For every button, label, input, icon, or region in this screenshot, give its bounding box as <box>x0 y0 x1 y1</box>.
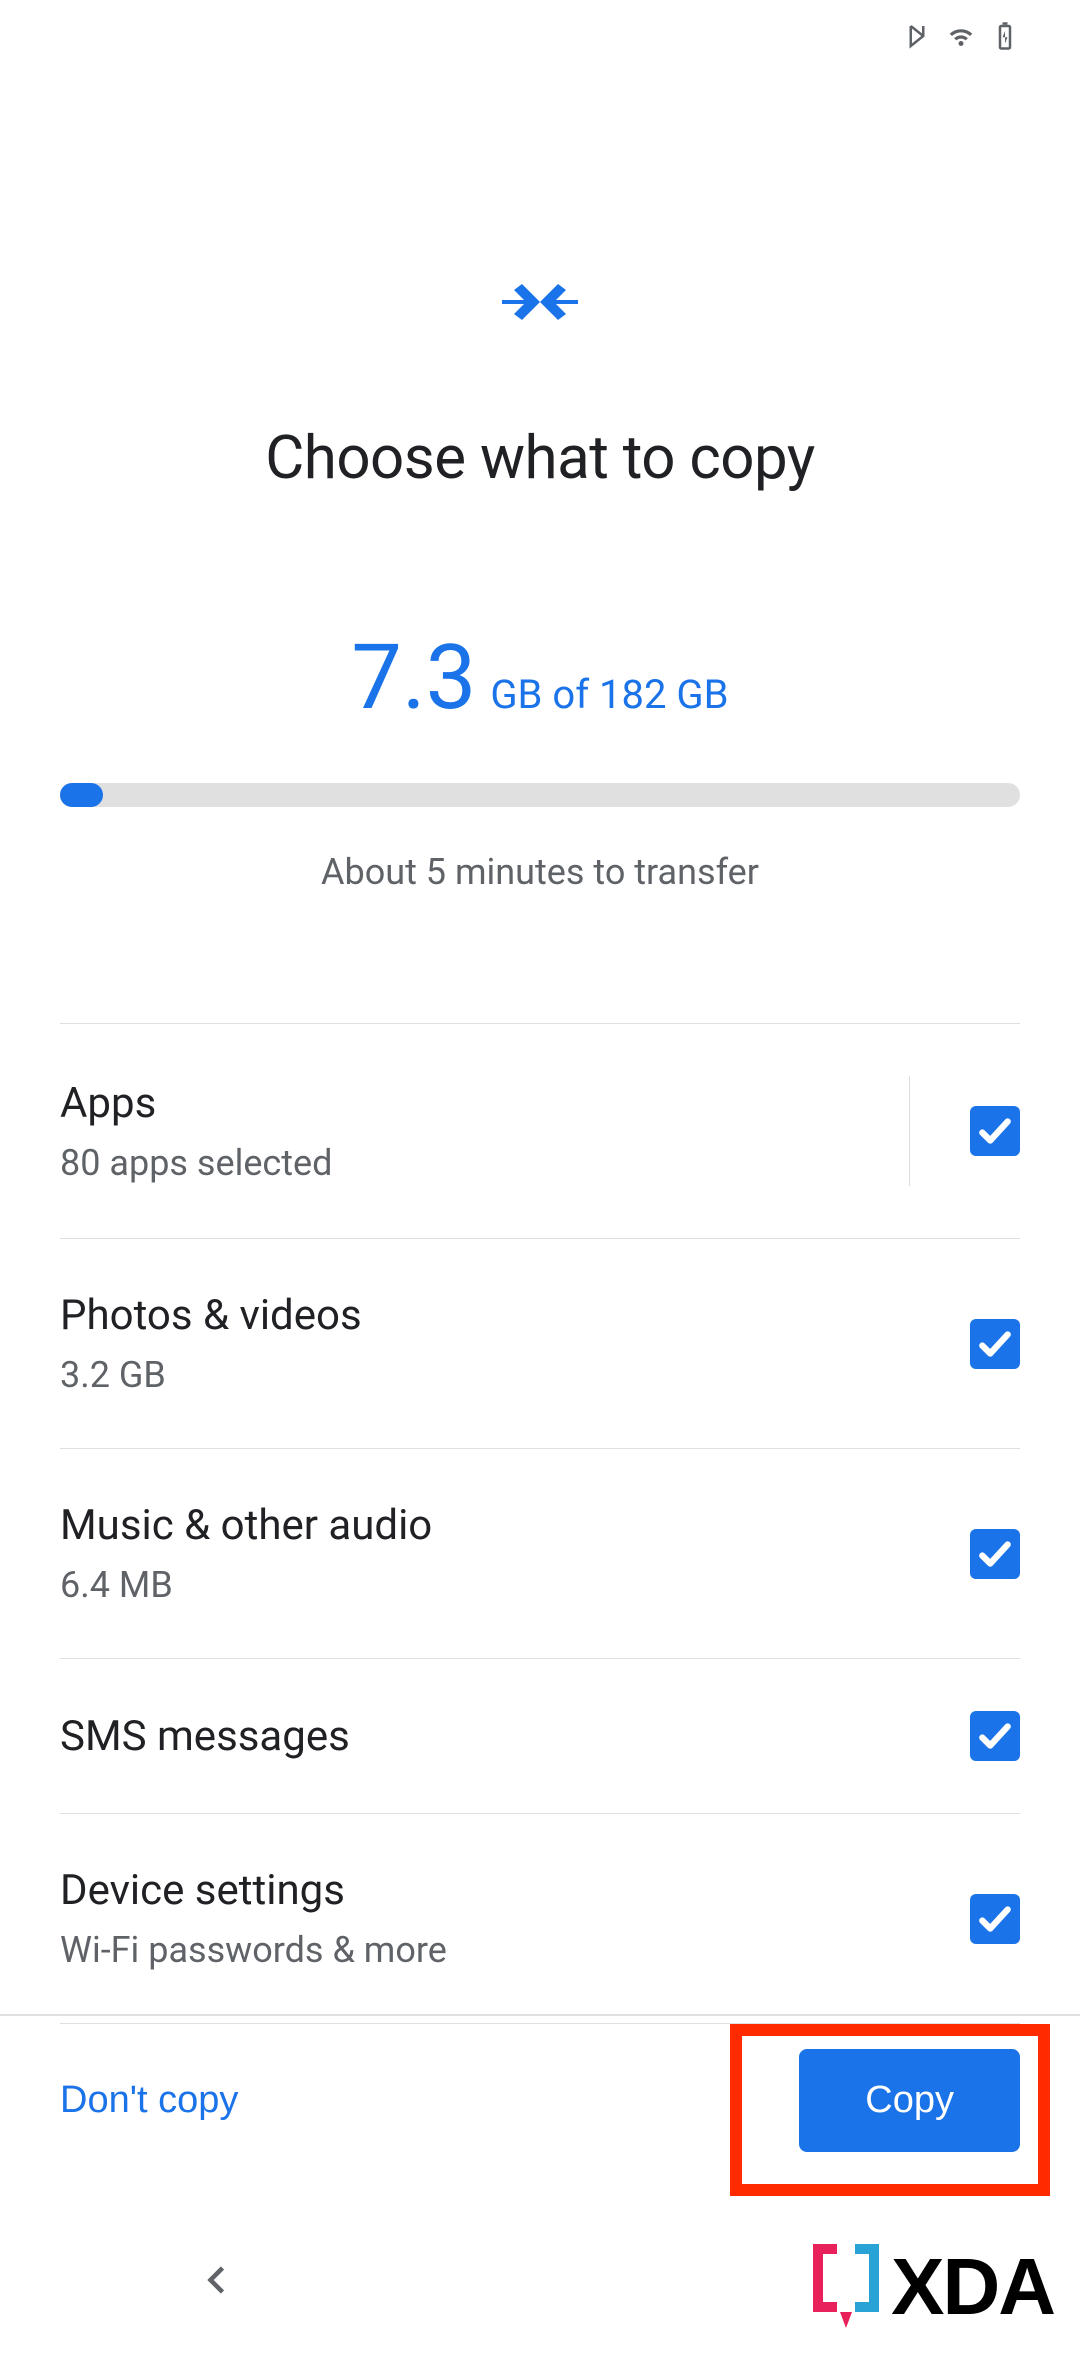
dont-copy-button[interactable]: Don't copy <box>60 2079 238 2122</box>
list-item-texts: Photos & videos 3.2 GB <box>60 1291 970 1396</box>
checkbox[interactable] <box>970 1106 1020 1156</box>
selected-size-value: 7.3 <box>351 633 476 723</box>
transfer-arrows-icon <box>500 272 580 332</box>
status-bar <box>0 0 1080 72</box>
size-unit: GB <box>490 671 542 718</box>
list-item-subtitle: 6.4 MB <box>60 1564 970 1606</box>
back-icon[interactable] <box>200 2262 236 2298</box>
list-item-texts: Music & other audio 6.4 MB <box>60 1501 970 1606</box>
main-content: Choose what to copy 7.3 GB of 182 GB Abo… <box>0 272 1080 2024</box>
list-item[interactable]: Apps 80 apps selected <box>60 1024 1020 1239</box>
list-item[interactable]: Music & other audio 6.4 MB <box>60 1449 1020 1659</box>
list-item[interactable]: SMS messages <box>60 1659 1020 1814</box>
checkbox[interactable] <box>970 1894 1020 1944</box>
xda-logo-text: XDA <box>891 2241 1054 2333</box>
of-word: of <box>552 671 589 718</box>
xda-watermark: XDA <box>807 2240 1054 2334</box>
transfer-estimate: About 5 minutes to transfer <box>60 851 1020 893</box>
checkbox[interactable] <box>970 1711 1020 1761</box>
progress-fill <box>60 783 103 807</box>
progress-bar <box>60 783 1020 807</box>
nfc-icon <box>902 21 932 51</box>
list-item-texts: Device settings Wi-Fi passwords & more <box>60 1866 970 1971</box>
list-item-title: Photos & videos <box>60 1291 970 1340</box>
vertical-separator <box>909 1076 910 1186</box>
checkbox[interactable] <box>970 1319 1020 1369</box>
battery-charging-icon <box>990 21 1020 51</box>
wifi-icon <box>946 21 976 51</box>
xda-logo-icon <box>807 2240 885 2334</box>
list-item-title: SMS messages <box>60 1712 970 1761</box>
total-size: 182 GB <box>599 671 729 718</box>
list-item-subtitle: Wi-Fi passwords & more <box>60 1929 970 1971</box>
page-title: Choose what to copy <box>60 422 1020 493</box>
list-item[interactable]: Device settings Wi-Fi passwords & more <box>60 1814 1020 2024</box>
items-list: Apps 80 apps selected Photos & videos 3.2 G… <box>60 1024 1020 2024</box>
list-item[interactable]: Photos & videos 3.2 GB <box>60 1239 1020 1449</box>
list-item-title: Music & other audio <box>60 1501 970 1550</box>
list-item-subtitle: 3.2 GB <box>60 1354 970 1396</box>
copy-button[interactable]: Copy <box>799 2049 1020 2152</box>
checkbox[interactable] <box>970 1529 1020 1579</box>
list-item-title: Device settings <box>60 1866 970 1915</box>
size-summary: 7.3 GB of 182 GB <box>60 633 1020 723</box>
list-item-title: Apps <box>60 1079 909 1128</box>
footer-bar: Don't copy Copy <box>0 2014 1080 2184</box>
list-item-texts: Apps 80 apps selected <box>60 1079 909 1184</box>
list-item-texts: SMS messages <box>60 1712 970 1761</box>
list-item-subtitle: 80 apps selected <box>60 1142 909 1184</box>
